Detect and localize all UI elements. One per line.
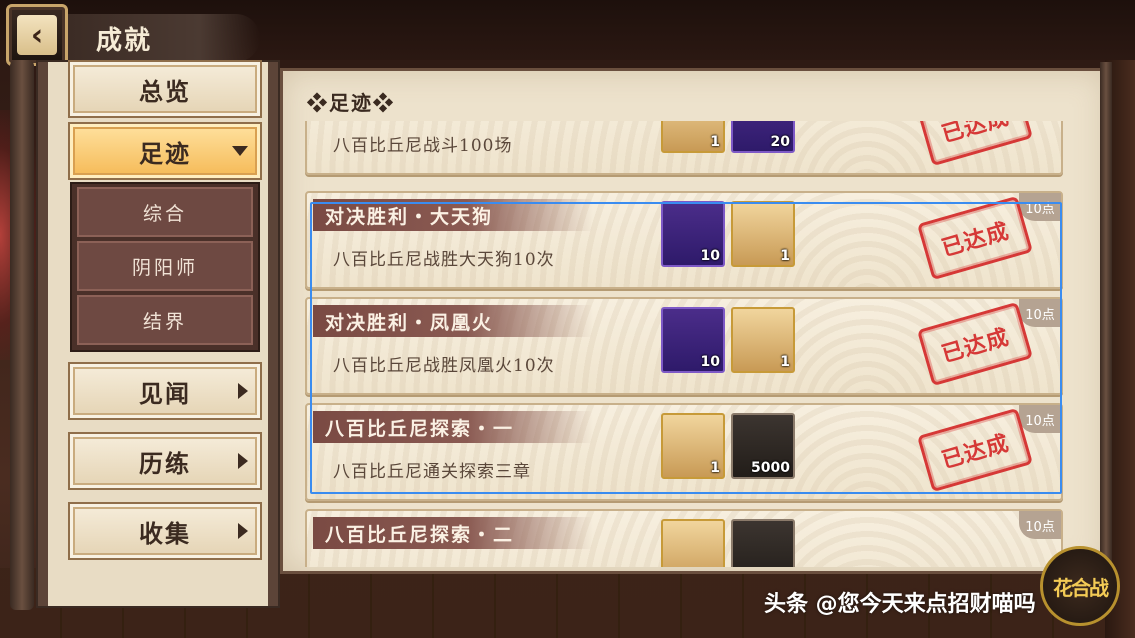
submenu-item-onmyoji[interactable]: 阴阳师: [77, 241, 253, 291]
achievement-title-band: 八百比丘尼探索・二: [313, 517, 593, 549]
completed-stamp: 已达成: [917, 301, 1033, 387]
reward-count: 1: [780, 248, 790, 264]
chevron-right-icon: [238, 453, 248, 469]
reward-count: 1: [710, 134, 720, 150]
chevron-right-icon: [238, 383, 248, 399]
achievement-card[interactable]: 八百比丘尼探索・二 10点: [305, 509, 1063, 567]
sidebar-item-insights[interactable]: 见闻: [68, 362, 262, 420]
completed-stamp: 已达成: [917, 121, 1033, 167]
sidebar: 总览 足迹 综合 阴阳师 结界 见闻 历练 收集: [38, 60, 278, 606]
achievement-desc: 八百比丘尼通关探索三章: [333, 462, 531, 482]
reward-orb-icon[interactable]: 20: [731, 121, 795, 153]
sidebar-item-label: 总览: [139, 76, 191, 106]
submenu-item-realm[interactable]: 结界: [77, 295, 253, 345]
achievement-panel: ❖足迹❖ 八百比丘尼战斗100场 1 20 已达成 对决胜利・大天狗 八百比丘尼…: [280, 68, 1108, 574]
chevron-left-icon: ‹: [17, 15, 57, 55]
reward-character-icon[interactable]: 1: [731, 307, 795, 373]
submenu-item-general[interactable]: 综合: [77, 187, 253, 237]
achievement-title: 八百比丘尼探索・二: [325, 523, 515, 546]
achievement-card[interactable]: 八百比丘尼探索・一 八百比丘尼通关探索三章 10点 1 5000 已达成: [305, 403, 1063, 501]
scroll-rod-right: [1100, 62, 1112, 578]
submenu: 综合 阴阳师 结界: [70, 182, 260, 352]
submenu-item-label: 结界: [142, 310, 187, 333]
achievement-title-band: 对决胜利・大天狗: [313, 199, 593, 231]
reward-character-icon[interactable]: 1: [661, 413, 725, 479]
sidebar-item-footprints[interactable]: 足迹: [68, 122, 262, 180]
reward-coin-icon[interactable]: [731, 519, 795, 567]
reward-count: 1: [780, 354, 790, 370]
reward-character-icon[interactable]: 1: [731, 201, 795, 267]
achievement-title: 对决胜利・大天狗: [325, 205, 494, 228]
sidebar-item-training[interactable]: 历练: [68, 432, 262, 490]
reward-count: 10: [700, 248, 720, 264]
achievement-card[interactable]: 对决胜利・大天狗 八百比丘尼战胜大天狗10次 10点 10 1 已达成: [305, 191, 1063, 289]
points-badge: 10点: [1019, 405, 1061, 433]
points-badge: 10点: [1019, 193, 1061, 221]
achievement-desc: 八百比丘尼战胜大天狗10次: [333, 250, 555, 270]
reward-character-icon[interactable]: 1: [661, 121, 725, 153]
section-title: ❖足迹❖: [307, 91, 395, 115]
reward-character-icon[interactable]: [661, 519, 725, 567]
achievement-desc: 八百比丘尼战胜凤凰火10次: [333, 356, 555, 376]
achievement-title: 八百比丘尼探索・一: [325, 417, 515, 440]
sidebar-item-label: 足迹: [139, 138, 191, 168]
page-title: 成就: [96, 25, 153, 56]
reward-coin-icon[interactable]: 5000: [731, 413, 795, 479]
submenu-item-label: 综合: [142, 202, 187, 225]
achievement-card[interactable]: 八百比丘尼战斗100场 1 20 已达成: [305, 121, 1063, 175]
back-button[interactable]: ‹: [6, 4, 68, 66]
scroll-rod-left: [10, 60, 34, 610]
sidebar-item-overview[interactable]: 总览: [68, 60, 262, 118]
sidebar-item-label: 历练: [139, 448, 191, 478]
reward-orb-icon[interactable]: 10: [661, 201, 725, 267]
achievement-desc: 八百比丘尼战斗100场: [333, 136, 513, 156]
sidebar-item-label: 见闻: [139, 378, 191, 408]
reward-count: 1: [710, 460, 720, 476]
reward-count: 20: [770, 134, 790, 150]
watermark: 头条 @您今天来点招财喵吗: [764, 592, 1036, 617]
points-badge: 10点: [1019, 299, 1061, 327]
sidebar-item-label: 收集: [139, 518, 191, 548]
completed-stamp: 已达成: [917, 407, 1033, 493]
achievement-title-band: 八百比丘尼探索・一: [313, 411, 593, 443]
completed-stamp: 已达成: [917, 195, 1033, 281]
hanafuda-emblem-icon[interactable]: 花合战: [1040, 546, 1120, 626]
title-plate: 成就: [60, 14, 260, 62]
reward-count: 5000: [751, 460, 790, 476]
achievement-title-band: 对决胜利・凤凰火: [313, 305, 593, 337]
chevron-down-icon: [232, 146, 248, 156]
achievement-card[interactable]: 对决胜利・凤凰火 八百比丘尼战胜凤凰火10次 10点 10 1 已达成: [305, 297, 1063, 395]
reward-count: 10: [700, 354, 720, 370]
points-badge: 10点: [1019, 511, 1061, 539]
submenu-item-label: 阴阳师: [131, 256, 198, 279]
achievement-list[interactable]: 八百比丘尼战斗100场 1 20 已达成 对决胜利・大天狗 八百比丘尼战胜大天狗…: [305, 121, 1065, 567]
achievement-title: 对决胜利・凤凰火: [325, 311, 494, 334]
sidebar-item-collection[interactable]: 收集: [68, 502, 262, 560]
chevron-right-icon: [238, 523, 248, 539]
reward-orb-icon[interactable]: 10: [661, 307, 725, 373]
